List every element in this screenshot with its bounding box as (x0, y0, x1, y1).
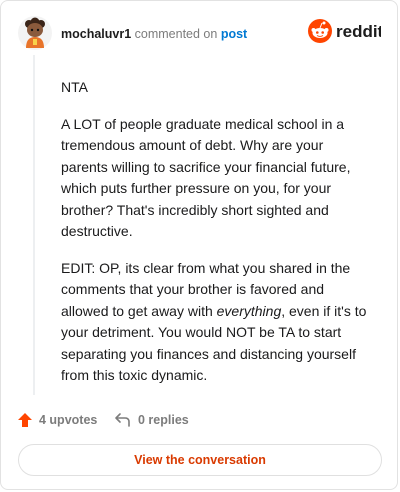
comment-paragraph: A LOT of people graduate medical school … (61, 115, 351, 240)
username-link[interactable]: mochaluvr1 (61, 27, 131, 41)
upvote-count: 4 upvotes (39, 413, 98, 427)
comment-body: NTA A LOT of people graduate medical sch… (61, 77, 369, 402)
emphasis-text: everything (216, 302, 282, 319)
post-link[interactable]: post (221, 27, 247, 41)
reply-arrow-icon (115, 413, 130, 427)
replies-button[interactable]: 0 replies (114, 409, 189, 431)
reddit-snoo-icon (308, 19, 332, 43)
comment-paragraph: NTA (61, 79, 88, 95)
comment-header: mochaluvr1 commented on post reddit (17, 15, 381, 55)
thread-line[interactable] (33, 55, 35, 395)
upvote-arrow-icon (18, 413, 32, 427)
reply-count: 0 replies (138, 413, 189, 427)
comment-card: mochaluvr1 commented on post reddit NTA … (0, 0, 398, 490)
comment-meta: mochaluvr1 commented on post (61, 26, 247, 42)
comment-paragraph: EDIT: OP, its clear from what you shared… (61, 258, 369, 387)
reddit-logo[interactable]: reddit (307, 17, 381, 45)
user-avatar[interactable] (17, 15, 53, 51)
commented-label: commented on (134, 27, 218, 41)
upvote-button[interactable]: 4 upvotes (17, 409, 97, 431)
view-conversation-button[interactable]: View the conversation (18, 444, 382, 476)
comment-footer: 4 upvotes 0 replies (17, 409, 381, 431)
brand-name: reddit (336, 22, 381, 41)
